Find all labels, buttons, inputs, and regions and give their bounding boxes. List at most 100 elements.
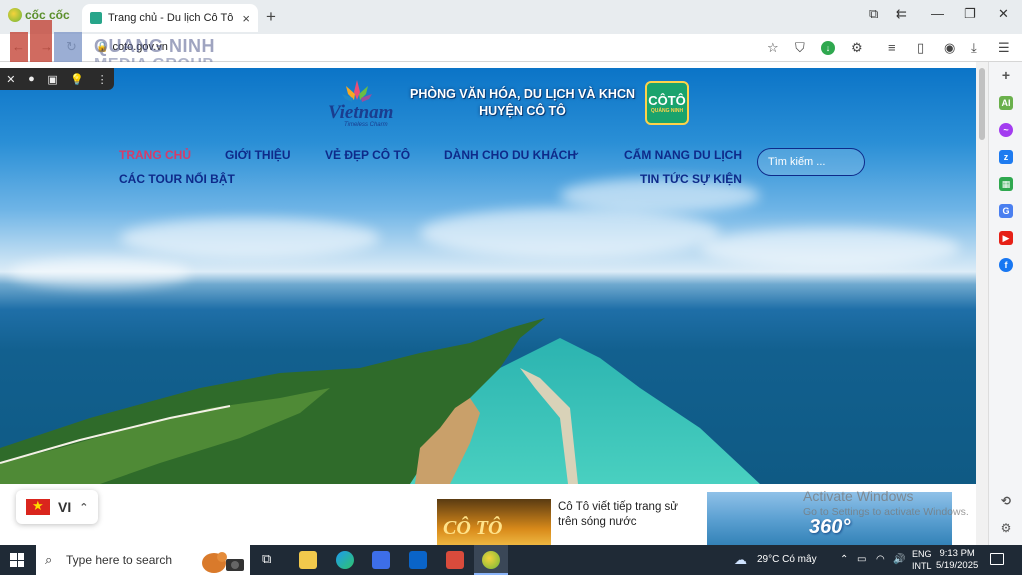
news-title-link[interactable]: Cô Tô viết tiếp trang sử trên sóng nước	[558, 500, 698, 530]
window-icon[interactable]: ▣	[47, 73, 57, 86]
hero-banner: Vietnam Timeless Charm PHÒNG VĂN HÓA, DU…	[0, 68, 976, 484]
scrollbar-thumb[interactable]	[979, 68, 985, 140]
nav-news[interactable]: TIN TỨC SỰ KIỆN	[640, 172, 742, 186]
battery-icon[interactable]: ▭	[857, 554, 866, 565]
nav-tours[interactable]: CÁC TOUR NỔI BẬT	[119, 172, 235, 186]
notification-icon[interactable]	[990, 553, 1004, 565]
menu-icon[interactable]: ☰	[998, 40, 1010, 56]
youtube-icon[interactable]: ▶	[999, 231, 1013, 245]
side-panel-icon[interactable]: ▯	[917, 40, 924, 56]
browser-tab-bar: cốc cốc Trang chủ - Du lịch Cô Tô × + ⧉ …	[0, 0, 1022, 34]
windows-start-icon[interactable]	[10, 553, 24, 567]
translate-icon[interactable]: G	[999, 204, 1013, 218]
taskbar-clock[interactable]: 9:13 PM 5/19/2025	[936, 548, 978, 572]
weather-text[interactable]: 29°C Có mây	[757, 554, 817, 565]
restore-icon[interactable]: ❐	[964, 6, 976, 22]
news-thumbnail-text: CÔ TÔ	[443, 517, 503, 539]
screen-capture-icon[interactable]: ⧉	[869, 6, 878, 22]
new-tab-button[interactable]: +	[266, 7, 276, 27]
chevron-down-icon[interactable]: ⌄	[572, 147, 580, 158]
brand-label: cốc cốc	[25, 8, 70, 22]
tab-active[interactable]: Trang chủ - Du lịch Cô Tô ×	[82, 4, 258, 32]
island-aerial-image	[0, 318, 760, 484]
vietnam-tourism-logo[interactable]: Vietnam Timeless Charm	[322, 78, 400, 128]
department-line1: PHÒNG VĂN HÓA, DU LỊCH VÀ KHCN	[410, 87, 636, 101]
coto-badge-logo[interactable]: CÔTÔ QUẢNG NINH	[645, 81, 690, 125]
news-thumbnail[interactable]: CÔ TÔ	[437, 499, 551, 545]
input-language[interactable]: ENG INTL	[912, 548, 932, 572]
language-switcher[interactable]: VI ⌃	[16, 490, 98, 524]
download-status-icon[interactable]: ↓	[821, 41, 835, 55]
lang-line2: INTL	[912, 561, 932, 571]
history-icon[interactable]: ⟲	[999, 494, 1013, 508]
search-icon: ⌕	[45, 552, 53, 567]
shield-icon[interactable]: ⛉	[795, 40, 805, 56]
nav-visitors[interactable]: DÀNH CHO DU KHÁCH	[444, 148, 576, 162]
add-icon[interactable]: +	[999, 68, 1013, 82]
app-icon[interactable]	[446, 551, 464, 569]
game-icon[interactable]: ▦	[999, 177, 1013, 191]
web-page: Vietnam Timeless Charm PHÒNG VĂN HÓA, DU…	[0, 62, 976, 545]
volume-icon[interactable]: 🔊	[893, 554, 905, 565]
url-field[interactable]: 🔒 coto.gov.vn	[96, 41, 168, 53]
clock-date: 5/19/2025	[936, 560, 979, 571]
coccoc-brand[interactable]: cốc cốc	[8, 8, 70, 22]
store-icon[interactable]	[372, 551, 390, 569]
wifi-icon[interactable]: ◠	[876, 554, 885, 565]
download-icon[interactable]: ⤓	[971, 40, 977, 56]
activate-title: Activate Windows	[803, 488, 914, 504]
task-view-icon[interactable]: ⧉	[262, 551, 280, 569]
taskbar-search-text: Type here to search	[66, 553, 173, 567]
close-window-icon[interactable]: ✕	[998, 6, 1009, 22]
lightbulb-icon[interactable]: 💡	[70, 73, 84, 86]
url-text: coto.gov.vn	[112, 41, 168, 53]
chevron-up-icon: ⌃	[79, 501, 89, 514]
vietnam-logo-tagline: Timeless Charm	[344, 122, 388, 128]
ai-icon[interactable]: AI	[999, 96, 1013, 110]
more-icon[interactable]: ⋮	[97, 73, 108, 86]
nav-about[interactable]: GIỚI THIỆU	[225, 148, 291, 162]
badge-360: 360°	[809, 516, 851, 538]
tab-list-icon[interactable]: ⇇	[896, 6, 907, 22]
activate-windows-notice: Activate Windows Go to Settings to activ…	[803, 488, 969, 518]
file-explorer-icon[interactable]	[299, 551, 317, 569]
bookmark-star-icon[interactable]: ☆	[767, 40, 779, 56]
department-title: PHÒNG VĂN HÓA, DU LỊCH VÀ KHCN HUYỆN CÔ …	[410, 86, 635, 120]
page-scrollbar[interactable]	[976, 62, 988, 545]
reading-list-icon[interactable]: ≡	[888, 40, 896, 55]
close-tab-icon[interactable]: ×	[242, 11, 250, 26]
squirrel-camera-icon	[202, 552, 244, 573]
activate-subtitle: Go to Settings to activate Windows.	[803, 506, 969, 518]
nav-handbook[interactable]: CẨM NANG DU LỊCH	[624, 148, 742, 162]
edge-icon[interactable]	[336, 551, 354, 569]
tray-chevron-icon[interactable]: ⌃	[840, 554, 848, 565]
site-header-logos: Vietnam Timeless Charm PHÒNG VĂN HÓA, DU…	[322, 78, 690, 128]
outlook-icon[interactable]	[409, 551, 427, 569]
zalo-icon[interactable]: z	[999, 150, 1013, 164]
reload-icon[interactable]: ↻	[66, 39, 77, 55]
nav-home[interactable]: TRANG CHỦ	[119, 148, 191, 162]
profile-icon[interactable]: ◉	[944, 40, 955, 56]
coccoc-taskbar-button[interactable]	[474, 545, 508, 575]
extension-toolbar: ✕ ● ▣ 💡 ⋮	[0, 68, 114, 90]
windows-taskbar: ⌕ Type here to search ⧉ ☁ 29°C Có mây ⌃ …	[0, 545, 1022, 575]
department-line2: HUYỆN CÔ TÔ	[479, 104, 566, 118]
coto-badge-bottom: QUẢNG NINH	[650, 107, 684, 114]
cloud-icon[interactable]: ☁	[734, 552, 747, 568]
search-input[interactable]	[757, 148, 865, 176]
vietnam-logo-word: Vietnam	[328, 102, 394, 123]
nav-beauty[interactable]: VẺ ĐẸP CÔ TÔ	[325, 148, 410, 162]
messenger-icon[interactable]: ~	[999, 123, 1013, 137]
browser-sidebar: + AI ~ z ▦ G ▶ f ⟲ ⚙	[988, 62, 1022, 545]
lock-icon[interactable]: 🔒	[96, 42, 108, 53]
avatar-icon[interactable]: ●	[28, 73, 35, 85]
extensions-icon[interactable]: ⚙	[851, 40, 863, 56]
coccoc-app-icon	[482, 551, 500, 569]
forward-icon[interactable]: →	[40, 39, 53, 54]
settings-gear-icon[interactable]: ⚙	[999, 521, 1013, 535]
back-icon[interactable]: ←	[12, 39, 25, 54]
tab-title: Trang chủ - Du lịch Cô Tô	[108, 12, 234, 24]
facebook-icon[interactable]: f	[999, 258, 1013, 272]
close-icon[interactable]: ✕	[6, 73, 15, 86]
minimize-icon[interactable]: —	[931, 6, 944, 21]
